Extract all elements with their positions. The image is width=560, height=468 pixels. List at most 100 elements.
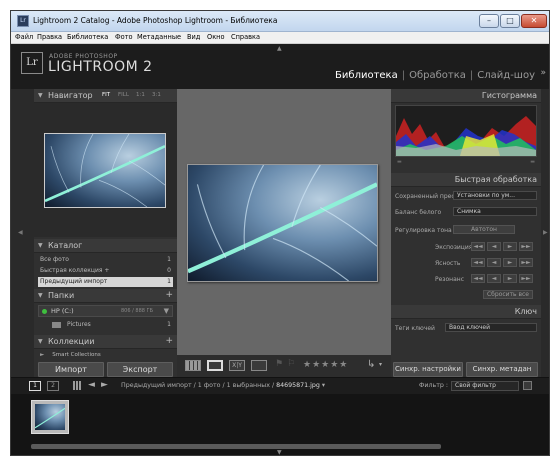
sync-settings-button[interactable]: Синхр. настройки	[393, 362, 463, 377]
folders-header[interactable]: ▼ Папки +	[34, 289, 177, 303]
close-button[interactable]: ✕	[521, 14, 547, 28]
clipping-highlight-icon[interactable]: ▬	[530, 159, 535, 165]
right-panel-toggle-icon[interactable]: ▶	[543, 229, 548, 236]
exposure-dec-big[interactable]: ◄◄	[471, 242, 485, 251]
keywords-header[interactable]: Ключ	[391, 305, 541, 319]
back-arrow-icon[interactable]: ◄	[88, 380, 95, 390]
filmstrip-thumbnail[interactable]	[31, 400, 69, 434]
menu-edit[interactable]: Правка	[37, 33, 62, 41]
histogram[interactable]	[395, 105, 537, 157]
loupe-view-icon[interactable]	[207, 360, 223, 371]
main-photo[interactable]	[187, 164, 378, 282]
source-dropdown-icon[interactable]: ▾	[322, 382, 325, 389]
flag-pick-icon[interactable]: ⚑	[275, 359, 283, 369]
module-slideshow[interactable]: Слайд-шоу	[477, 70, 535, 81]
exposure-inc-big[interactable]: ►►	[519, 242, 533, 251]
catalog-header[interactable]: ▼ Каталог	[34, 239, 177, 253]
screen-1-button[interactable]: 1	[29, 381, 41, 391]
expand-triangle-icon[interactable]: ►	[40, 352, 44, 358]
preset-select[interactable]: Установки по ум...	[453, 191, 537, 200]
drive-menu-icon[interactable]: ▼	[164, 307, 169, 315]
quick-develop-header[interactable]: Быстрая обработка	[391, 173, 541, 187]
clarity-inc[interactable]: ►	[503, 258, 517, 267]
exposure-dec[interactable]: ◄	[487, 242, 501, 251]
lightroom-window: Lr Lightroom 2 Catalog - Adobe Photoshop…	[10, 10, 550, 456]
menu-window[interactable]: Окно	[207, 33, 225, 41]
rotate-icon[interactable]: ↳	[367, 359, 375, 370]
more-modules-icon[interactable]: »	[540, 68, 546, 78]
collapse-triangle-icon[interactable]: ▼	[38, 239, 43, 252]
menu-view[interactable]: Вид	[187, 33, 200, 41]
sync-metadata-button[interactable]: Синхр. метадан	[466, 362, 538, 377]
zoom-3-1[interactable]: 3:1	[152, 89, 161, 102]
filter-lock-icon[interactable]	[523, 381, 532, 390]
zoom-fit[interactable]: FIT	[102, 89, 110, 102]
folder-row-pictures[interactable]: Pictures 1	[38, 320, 173, 330]
keyword-tags-select[interactable]: Ввод ключей	[445, 323, 537, 332]
drive-row[interactable]: HP (C:) 806 / 888 ГБ ▼	[38, 305, 173, 317]
clarity-dec-big[interactable]: ◄◄	[471, 258, 485, 267]
histogram-header[interactable]: Гистограмма	[391, 89, 541, 103]
export-button[interactable]: Экспорт	[107, 362, 173, 377]
vibrance-inc[interactable]: ►	[503, 274, 517, 283]
left-panel: ▼ Навигатор FIT FILL 1:1 3:1 ▼ Каталог В…	[34, 89, 177, 377]
add-collection-button[interactable]: +	[165, 335, 173, 348]
auto-tone-button[interactable]: Автотон	[453, 225, 515, 234]
forward-arrow-icon[interactable]: ►	[101, 380, 108, 390]
exposure-inc[interactable]: ►	[503, 242, 517, 251]
histogram-graph	[396, 116, 536, 156]
clipping-shadow-icon[interactable]: ▬	[397, 159, 402, 165]
grid-icon[interactable]	[73, 381, 82, 390]
leaf-veins-graphic	[188, 165, 377, 281]
catalog-row-count: 0	[167, 267, 171, 274]
navigator-header[interactable]: ▼ Навигатор FIT FILL 1:1 3:1	[34, 89, 177, 103]
import-button[interactable]: Импорт	[38, 362, 104, 377]
screen-2-button[interactable]: 2	[47, 381, 59, 391]
grid-view-icon[interactable]	[185, 360, 201, 371]
survey-view-icon[interactable]	[251, 360, 267, 371]
left-panel-toggle-icon[interactable]: ◀	[18, 229, 23, 236]
source-path: Предыдущий импорт / 1 фото / 1 выбранных…	[121, 382, 277, 389]
vibrance-inc-big[interactable]: ►►	[519, 274, 533, 283]
navigator-preview[interactable]	[44, 133, 166, 208]
compare-view-icon[interactable]: X|Y	[229, 360, 245, 371]
filmstrip-scrollbar[interactable]	[31, 444, 441, 449]
module-library[interactable]: Библиотека	[335, 70, 398, 81]
menu-metadata[interactable]: Метаданные	[137, 33, 181, 41]
filter-select[interactable]: Свой фильтр	[451, 381, 519, 391]
zoom-1-1[interactable]: 1:1	[136, 89, 145, 102]
collapse-triangle-icon[interactable]: ▼	[38, 335, 43, 348]
collapse-bottom-icon[interactable]: ▼	[277, 449, 282, 455]
filter-label: Фильтр :	[419, 382, 449, 389]
collapse-top-icon[interactable]: ▲	[277, 45, 282, 52]
collections-header[interactable]: ▼ Коллекции +	[34, 335, 177, 349]
toolbar-menu-icon[interactable]: ▾	[379, 361, 382, 368]
menu-library[interactable]: Библиотека	[67, 33, 108, 41]
vibrance-dec[interactable]: ◄	[487, 274, 501, 283]
clarity-inc-big[interactable]: ►►	[519, 258, 533, 267]
exposure-label: Экспозиция	[435, 244, 473, 251]
catalog-row-quick[interactable]: Быстрая коллекция + 0	[38, 266, 173, 276]
flag-reject-icon[interactable]: ⚐	[287, 359, 295, 369]
add-folder-button[interactable]: +	[165, 289, 173, 302]
collapse-triangle-icon[interactable]: ▼	[38, 289, 43, 302]
reset-all-button[interactable]: Сбросить все	[483, 290, 533, 299]
minimize-button[interactable]: –	[479, 14, 499, 28]
title-bar[interactable]: Lr Lightroom 2 Catalog - Adobe Photoshop…	[11, 11, 549, 32]
catalog-row-label: Все фото	[40, 256, 69, 263]
module-develop[interactable]: Обработка	[409, 70, 466, 81]
filmstrip-source[interactable]: Предыдущий импорт / 1 фото / 1 выбранных…	[121, 382, 325, 389]
white-balance-select[interactable]: Снимка	[453, 207, 537, 216]
menu-file[interactable]: Файл	[15, 33, 33, 41]
menu-help[interactable]: Справка	[231, 33, 260, 41]
vibrance-dec-big[interactable]: ◄◄	[471, 274, 485, 283]
star-rating[interactable]: ★★★★★	[303, 360, 348, 370]
clarity-dec[interactable]: ◄	[487, 258, 501, 267]
collapse-triangle-icon[interactable]: ▼	[38, 89, 43, 102]
catalog-row-all[interactable]: Все фото 1	[38, 255, 173, 265]
catalog-row-previous-import[interactable]: Предыдущий импорт 1	[38, 277, 173, 287]
collection-row-smart[interactable]: ► Smart Collections	[38, 350, 173, 360]
menu-photo[interactable]: Фото	[115, 33, 133, 41]
maximize-button[interactable]: □	[500, 14, 520, 28]
zoom-fill[interactable]: FILL	[118, 89, 129, 102]
